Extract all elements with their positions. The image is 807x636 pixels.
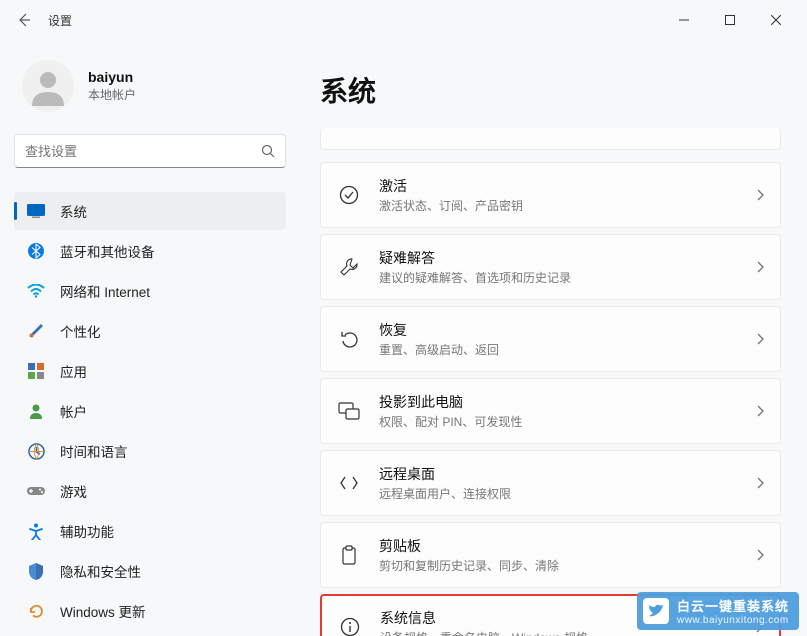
nav-label: 帐户	[60, 401, 87, 421]
profile-name: baiyun	[88, 69, 136, 85]
nav-label: 时间和语言	[60, 441, 128, 461]
gamepad-icon	[26, 481, 46, 501]
clock-globe-icon	[26, 441, 46, 461]
system-icon	[26, 201, 46, 221]
window-title: 设置	[48, 12, 72, 29]
nav-privacy[interactable]: 隐私和安全性	[14, 552, 286, 590]
card-project[interactable]: 投影到此电脑权限、配对 PIN、可发现性	[320, 378, 781, 444]
clipboard-icon	[335, 541, 363, 569]
chevron-right-icon	[756, 189, 764, 201]
nav-label: 蓝牙和其他设备	[60, 241, 155, 261]
apps-icon	[26, 361, 46, 381]
card-title: 激活	[379, 176, 756, 196]
card-title: 远程桌面	[379, 464, 756, 484]
maximize-button[interactable]	[707, 4, 753, 36]
brush-icon	[26, 321, 46, 341]
project-icon	[335, 397, 363, 425]
nav-label: 辅助功能	[60, 521, 114, 541]
nav-time-language[interactable]: 时间和语言	[14, 432, 286, 470]
nav-label: 系统	[60, 201, 87, 221]
update-icon	[26, 601, 46, 621]
minimize-button[interactable]	[661, 4, 707, 36]
nav-accounts[interactable]: 帐户	[14, 392, 286, 430]
card-sub: 建议的疑难解答、首选项和历史记录	[379, 269, 756, 286]
chevron-right-icon	[756, 477, 764, 489]
person-icon	[26, 401, 46, 421]
card-title: 恢复	[379, 320, 756, 340]
chevron-right-icon	[756, 549, 764, 561]
nav-windows-update[interactable]: Windows 更新	[14, 592, 286, 630]
bluetooth-icon	[26, 241, 46, 261]
back-button[interactable]	[8, 4, 40, 36]
wrench-icon	[335, 253, 363, 281]
nav-label: 网络和 Internet	[60, 281, 150, 301]
card-troubleshoot[interactable]: 疑难解答建议的疑难解答、首选项和历史记录	[320, 234, 781, 300]
info-icon	[336, 613, 364, 636]
card-sub: 远程桌面用户、连接权限	[379, 485, 756, 502]
nav-network[interactable]: 网络和 Internet	[14, 272, 286, 310]
watermark: 白云一键重装系统 www.baiyunxitong.com	[637, 592, 799, 630]
card-activation[interactable]: 激活激活状态、订阅、产品密钥	[320, 162, 781, 228]
nav-apps[interactable]: 应用	[14, 352, 286, 390]
card-sub: 剪切和复制历史记录、同步、清除	[379, 557, 756, 574]
remote-icon	[335, 469, 363, 497]
card-title: 投影到此电脑	[379, 392, 756, 412]
card-sub: 权限、配对 PIN、可发现性	[379, 413, 756, 430]
recovery-icon	[335, 325, 363, 353]
search-icon	[261, 144, 275, 158]
card-sub: 重置、高级启动、返回	[379, 341, 756, 358]
watermark-url: www.baiyunxitong.com	[677, 615, 789, 626]
nav-label: 游戏	[60, 481, 87, 501]
search-input-container[interactable]	[14, 134, 286, 168]
nav-label: 隐私和安全性	[60, 561, 141, 581]
card-sub: 激活状态、订阅、产品密钥	[379, 197, 756, 214]
chevron-right-icon	[756, 405, 764, 417]
avatar	[22, 60, 74, 112]
shield-icon	[26, 561, 46, 581]
chevron-right-icon	[756, 261, 764, 273]
nav-personalization[interactable]: 个性化	[14, 312, 286, 350]
nav-accessibility[interactable]: 辅助功能	[14, 512, 286, 550]
check-circle-icon	[335, 181, 363, 209]
profile[interactable]: baiyun 本地帐户	[14, 52, 286, 130]
card-clipboard[interactable]: 剪贴板剪切和复制历史记录、同步、清除	[320, 522, 781, 588]
bird-icon	[643, 598, 669, 624]
nav-gaming[interactable]: 游戏	[14, 472, 286, 510]
accessibility-icon	[26, 521, 46, 541]
nav-label: 应用	[60, 361, 87, 381]
chevron-right-icon	[756, 333, 764, 345]
nav-list: 系统 蓝牙和其他设备 网络和 Internet 个性化 应用	[14, 192, 286, 630]
card-remote-desktop[interactable]: 远程桌面远程桌面用户、连接权限	[320, 450, 781, 516]
search-input[interactable]	[25, 144, 261, 159]
page-title: 系统	[320, 70, 781, 110]
nav-label: Windows 更新	[60, 601, 146, 621]
close-button[interactable]	[753, 4, 799, 36]
wifi-icon	[26, 281, 46, 301]
nav-label: 个性化	[60, 321, 101, 341]
card-partial-top[interactable]	[320, 128, 781, 150]
card-title: 疑难解答	[379, 248, 756, 268]
card-sub: 设备规格、重命名电脑、Windows 规格	[380, 629, 755, 636]
watermark-title: 白云一键重装系统	[677, 596, 789, 615]
nav-bluetooth[interactable]: 蓝牙和其他设备	[14, 232, 286, 270]
nav-system[interactable]: 系统	[14, 192, 286, 230]
card-title: 剪贴板	[379, 536, 756, 556]
profile-sub: 本地帐户	[88, 86, 136, 103]
card-recovery[interactable]: 恢复重置、高级启动、返回	[320, 306, 781, 372]
